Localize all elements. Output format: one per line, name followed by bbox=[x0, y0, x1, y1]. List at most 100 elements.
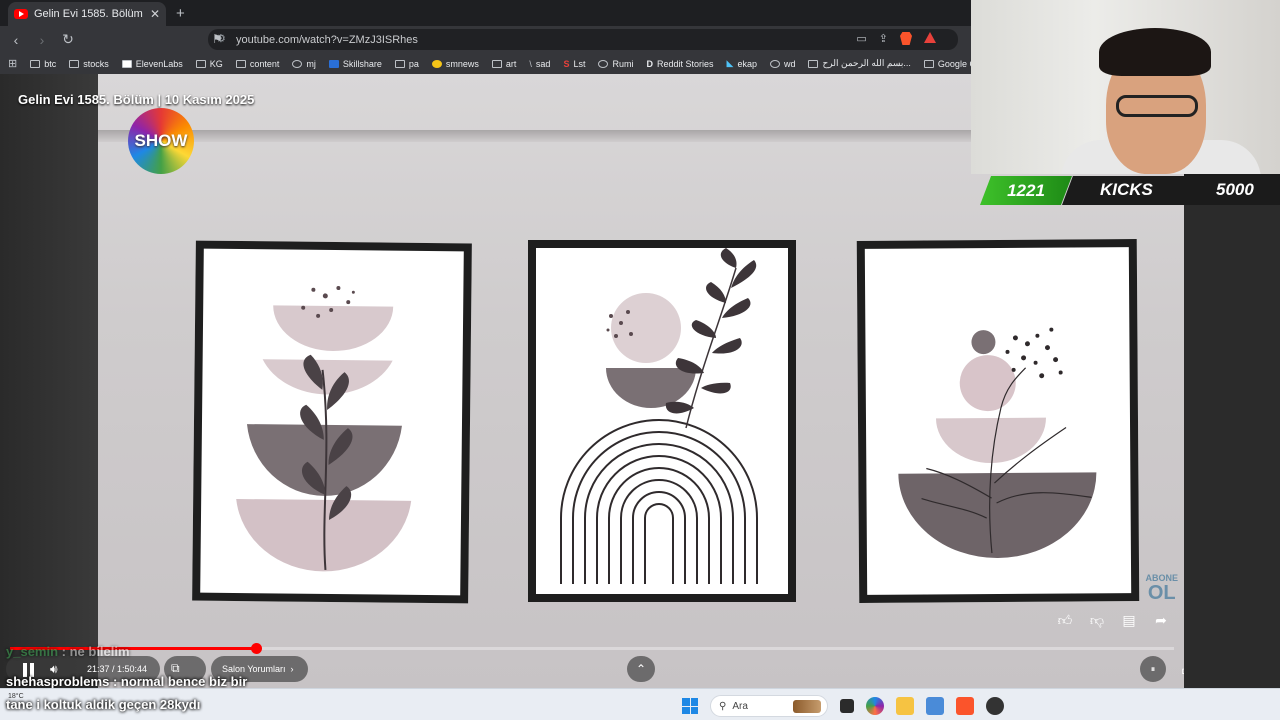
file-explorer-icon[interactable] bbox=[896, 697, 914, 715]
brave-rewards-icon[interactable] bbox=[924, 32, 936, 43]
back-icon[interactable]: ‹ bbox=[6, 32, 26, 48]
bookmark-item[interactable]: بسم الله الرحمن الرح... bbox=[808, 58, 911, 69]
thumbs-up-icon[interactable]: 👍︎ bbox=[1054, 609, 1076, 631]
folder-icon bbox=[923, 59, 934, 68]
bookmark-icon[interactable]: ⚑ bbox=[212, 32, 223, 46]
ekap-icon: ◣ bbox=[726, 58, 734, 68]
autoplay-toggle[interactable]: ⏸ bbox=[1140, 656, 1166, 682]
video-title: Gelin Evi 1585. Bölüm | 10 Kasım 2025 bbox=[18, 92, 255, 107]
botanical-art-left bbox=[236, 286, 412, 572]
video-side-actions: 👍︎ 👎︎ ▤ ➦ bbox=[1054, 609, 1172, 631]
bookmark-item[interactable]: Skillshare bbox=[328, 59, 382, 69]
webcam-person-hair bbox=[1099, 28, 1211, 76]
globe-icon bbox=[598, 59, 609, 68]
chat-user: y_semin bbox=[6, 644, 59, 659]
bookmark-item[interactable]: wd bbox=[769, 59, 795, 69]
botanical-art-right bbox=[898, 327, 1097, 559]
snipping-tool-icon[interactable] bbox=[926, 697, 944, 715]
skillshare-icon bbox=[328, 59, 339, 68]
folder-icon bbox=[235, 59, 246, 68]
bookmark-item[interactable]: mj bbox=[292, 59, 316, 69]
tab-bar: Gelin Evi 1585. Bölüm | 10 Kas... ✕ + bbox=[0, 0, 971, 26]
brave-browser-icon[interactable] bbox=[956, 697, 974, 715]
tab-title: Gelin Evi 1585. Bölüm | 10 Kas... bbox=[34, 8, 144, 20]
autoplay-icon: ⏸ bbox=[1150, 663, 1156, 674]
search-icon: ⚲ bbox=[719, 700, 727, 712]
progress-scrubber[interactable] bbox=[250, 643, 262, 654]
share-icon[interactable]: ➦ bbox=[1150, 609, 1172, 631]
wall-art-frame-left bbox=[192, 240, 472, 604]
chapter-label: Salon Yorumları bbox=[222, 664, 286, 674]
chat-message: y_semin : ne bilelim bbox=[6, 644, 130, 659]
kicks-goal-bar: 1221 KICKS 5000 bbox=[980, 176, 1280, 205]
share-page-icon[interactable]: ⇪ bbox=[879, 32, 888, 45]
browser-tab[interactable]: Gelin Evi 1585. Bölüm | 10 Kas... ✕ bbox=[8, 2, 166, 26]
smiley-icon bbox=[431, 59, 442, 68]
search-placeholder: Ara bbox=[732, 700, 748, 712]
youtube-icon bbox=[14, 9, 28, 19]
forward-icon[interactable]: › bbox=[32, 32, 52, 48]
new-tab-button[interactable]: + bbox=[176, 5, 185, 22]
bookmark-item[interactable]: \ sad bbox=[529, 59, 550, 69]
chat-user: shehasproblems bbox=[6, 674, 110, 689]
comment-icon[interactable]: ▤ bbox=[1118, 609, 1140, 631]
chat-text: tane i koltuk aldik geçen 28kydı bbox=[6, 697, 201, 712]
cast-icon[interactable]: ▭ bbox=[856, 32, 866, 45]
bookmark-item[interactable]: Rumi bbox=[598, 59, 633, 69]
apps-icon[interactable]: ⊞ bbox=[8, 57, 17, 70]
bookmarks-bar: ⊞ btc stocks ElevenLabs KG content mj Sk… bbox=[0, 53, 971, 74]
copilot-icon[interactable] bbox=[866, 697, 884, 715]
url-icons: ▭ ⇪ bbox=[856, 32, 936, 45]
task-view-icon[interactable] bbox=[840, 699, 854, 713]
wall-art-frame-middle bbox=[528, 240, 796, 602]
folder-icon bbox=[491, 59, 502, 68]
channel-logo: SHOW bbox=[128, 108, 194, 174]
windows-start-icon[interactable] bbox=[682, 698, 698, 714]
webcam-person-glasses bbox=[1116, 95, 1198, 117]
address-bar[interactable]: ⚙ youtube.com/watch?v=ZMzJ3ISRhes ▭ ⇪ bbox=[208, 29, 958, 50]
slash-icon: \ bbox=[529, 58, 532, 69]
chat-text: : ne bilelim bbox=[58, 644, 130, 659]
close-tab-icon[interactable]: ✕ bbox=[150, 7, 160, 21]
elevenlabs-icon bbox=[121, 59, 132, 68]
bookmark-item[interactable]: D Reddit Stories bbox=[646, 59, 713, 69]
bookmark-item[interactable]: art bbox=[491, 59, 516, 69]
bookmark-item[interactable]: Google Chrome Do... bbox=[923, 59, 971, 69]
bookmark-item[interactable]: S Lst bbox=[563, 59, 585, 69]
obs-icon[interactable] bbox=[986, 697, 1004, 715]
kicks-count: 1221 bbox=[980, 176, 1072, 205]
taskbar-icons: ⚲ Ara bbox=[682, 695, 1004, 717]
webcam-overlay bbox=[971, 0, 1280, 174]
d-icon: D bbox=[646, 58, 653, 69]
bookmark-item[interactable]: KG bbox=[195, 59, 223, 69]
progress-bar[interactable] bbox=[10, 643, 1174, 654]
expand-chat-button[interactable]: ⌃ bbox=[627, 656, 655, 682]
bookmark-item[interactable]: btc bbox=[30, 59, 56, 69]
screen: Gelin Evi 1585. Bölüm | 10 Kas... ✕ + ‹ … bbox=[0, 0, 1280, 720]
folder-icon bbox=[394, 59, 405, 68]
bookmark-item[interactable]: smnews bbox=[431, 59, 479, 69]
bookmark-item[interactable]: ◣ ekap bbox=[727, 58, 757, 69]
s-icon: S bbox=[563, 58, 570, 69]
thumbs-down-icon[interactable]: 👎︎ bbox=[1086, 609, 1108, 631]
bookmark-item[interactable]: content bbox=[235, 59, 279, 69]
taskbar-search[interactable]: ⚲ Ara bbox=[710, 695, 828, 717]
wall-art-frame-right bbox=[856, 239, 1140, 603]
bookmark-item[interactable]: stocks bbox=[69, 59, 109, 69]
search-highlight-image bbox=[793, 700, 821, 713]
brave-shield-icon[interactable] bbox=[900, 32, 912, 45]
time-display: 21:37 / 1:50:44 bbox=[87, 664, 148, 674]
reload-icon[interactable]: ↻ bbox=[58, 31, 78, 48]
page-icon bbox=[808, 59, 819, 68]
globe-icon bbox=[769, 59, 780, 68]
chat-text: : normal bence biz bir bbox=[109, 674, 248, 689]
bookmark-item[interactable]: ElevenLabs bbox=[121, 59, 183, 69]
subscribe-bottom-text: OL bbox=[1147, 582, 1176, 604]
chat-message: tane i koltuk aldik geçen 28kydı bbox=[6, 697, 200, 712]
botanical-art-middle bbox=[560, 248, 758, 584]
chat-message: shehasproblems : normal bence biz bir bbox=[6, 674, 247, 689]
chevron-up-icon: ⌃ bbox=[635, 662, 647, 676]
subscribe-watermark[interactable]: ABONE OL bbox=[1145, 574, 1178, 604]
github-icon bbox=[292, 59, 303, 68]
bookmark-item[interactable]: pa bbox=[394, 59, 419, 69]
